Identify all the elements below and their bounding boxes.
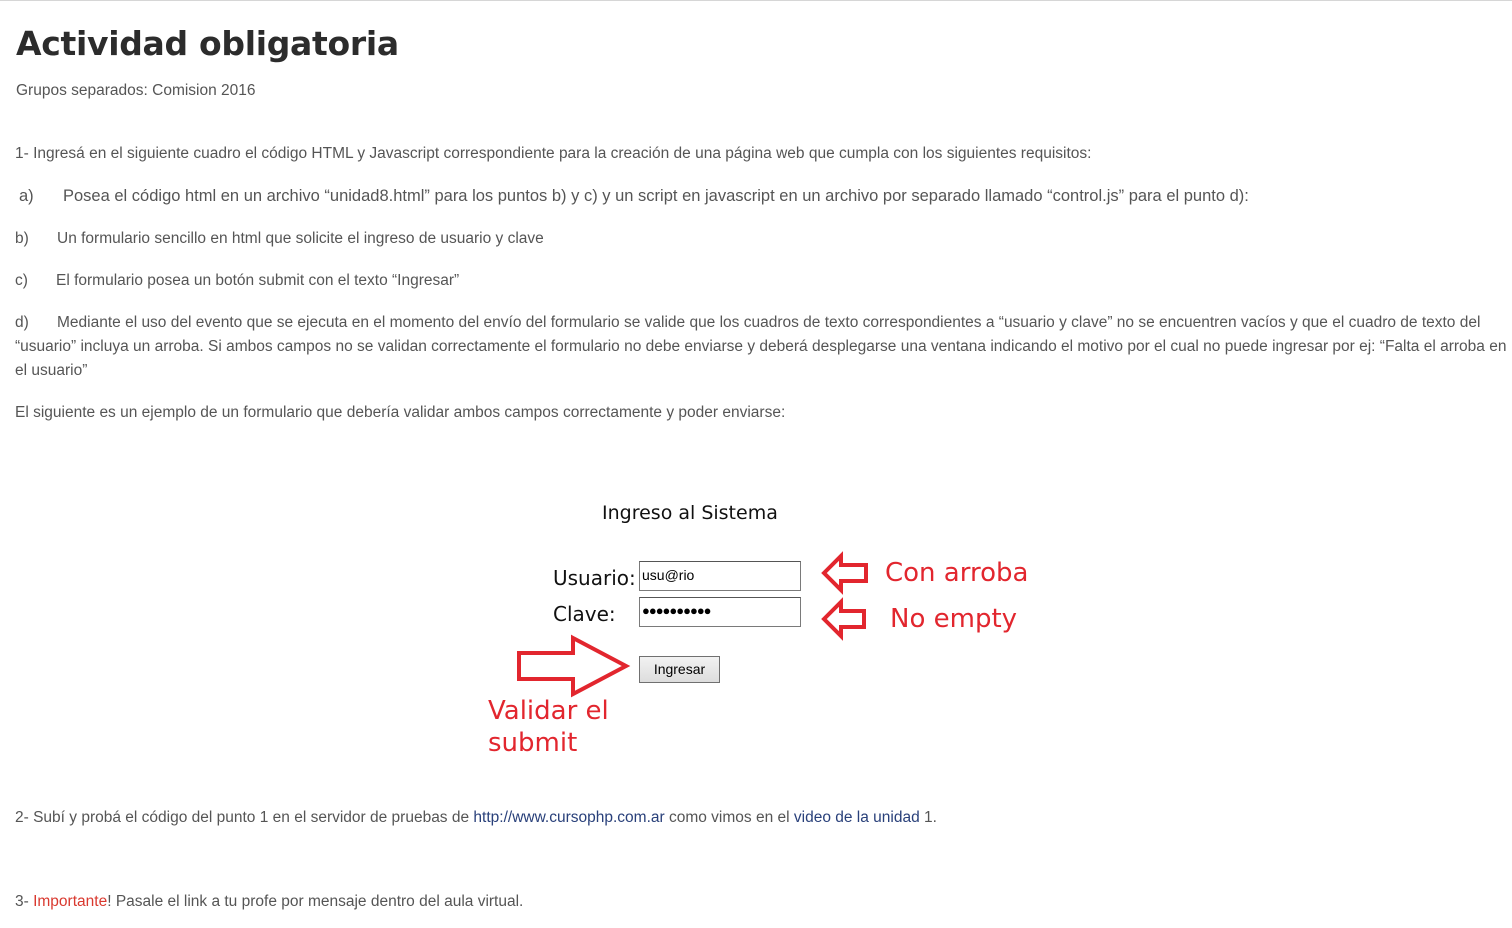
requirement-a-marker: a) [19, 187, 34, 205]
requirement-d-text: Mediante el uso del evento que se ejecut… [15, 314, 1507, 379]
pass-label: Clave: [553, 602, 616, 626]
user-field: usu@rio [639, 561, 801, 591]
requirement-c-text: El formulario posea un botón submit con … [56, 272, 460, 289]
example-intro: El siguiente es un ejemplo de un formula… [15, 404, 786, 421]
arrow-user-icon [821, 551, 868, 595]
video-unidad-link[interactable]: video de la unidad [794, 809, 920, 826]
requirement-b-marker: b) [15, 230, 29, 247]
cursophp-link[interactable]: http://www.cursophp.com.ar [473, 809, 664, 826]
page-title: Actividad obligatoria [16, 24, 399, 63]
requirement-b: b) Un formulario sencillo en html que sol… [15, 227, 544, 251]
step-2-prefix: 2- Subí y probá el código del punto 1 en… [15, 809, 474, 826]
annotation-validar-submit: Validar el submit [488, 696, 609, 758]
top-divider [0, 0, 1512, 1]
step-3: 3- Importante! Pasale el link a tu profe… [15, 890, 523, 914]
requirement-c: c) El formulario posea un botón submit co… [15, 269, 459, 293]
annotation-no-empty: No empty [890, 604, 1018, 634]
step-3-prefix: 3- [15, 893, 34, 910]
user-label: Usuario: [553, 566, 636, 590]
ingresar-button: Ingresar [639, 656, 720, 683]
requirement-c-marker: c) [15, 272, 28, 289]
form-title: Ingreso al Sistema [602, 502, 778, 524]
pass-field: ●●●●●●●●●● [639, 597, 801, 627]
requirement-d-marker: d) [15, 314, 29, 331]
instruction-1: 1- Ingresá en el siguiente cuadro el cód… [15, 145, 1092, 162]
step-2: 2- Subí y probá el código del punto 1 en… [15, 806, 937, 830]
step-2-middle: como vimos en el [664, 809, 794, 826]
important-label: Importante [33, 893, 108, 910]
requirement-d: d) Mediante el uso del evento que se ejec… [15, 311, 1509, 383]
groups-label: Grupos separados: Comision 2016 [16, 82, 256, 99]
requirement-a: a) Posea el código html en un archivo “un… [19, 184, 1249, 208]
step-2-suffix: 1. [919, 809, 937, 826]
example-form-image: Ingreso al Sistema Usuario: usu@rio Clav… [470, 490, 1050, 770]
step-3-suffix: ! Pasale el link a tu profe por mensaje … [107, 893, 524, 910]
arrow-submit-icon [517, 634, 631, 698]
arrow-pass-icon [821, 597, 866, 641]
annotation-con-arroba: Con arroba [885, 558, 1029, 588]
requirement-a-text: Posea el código html en un archivo “unid… [63, 187, 1249, 205]
requirement-b-text: Un formulario sencillo en html que solic… [57, 230, 544, 247]
